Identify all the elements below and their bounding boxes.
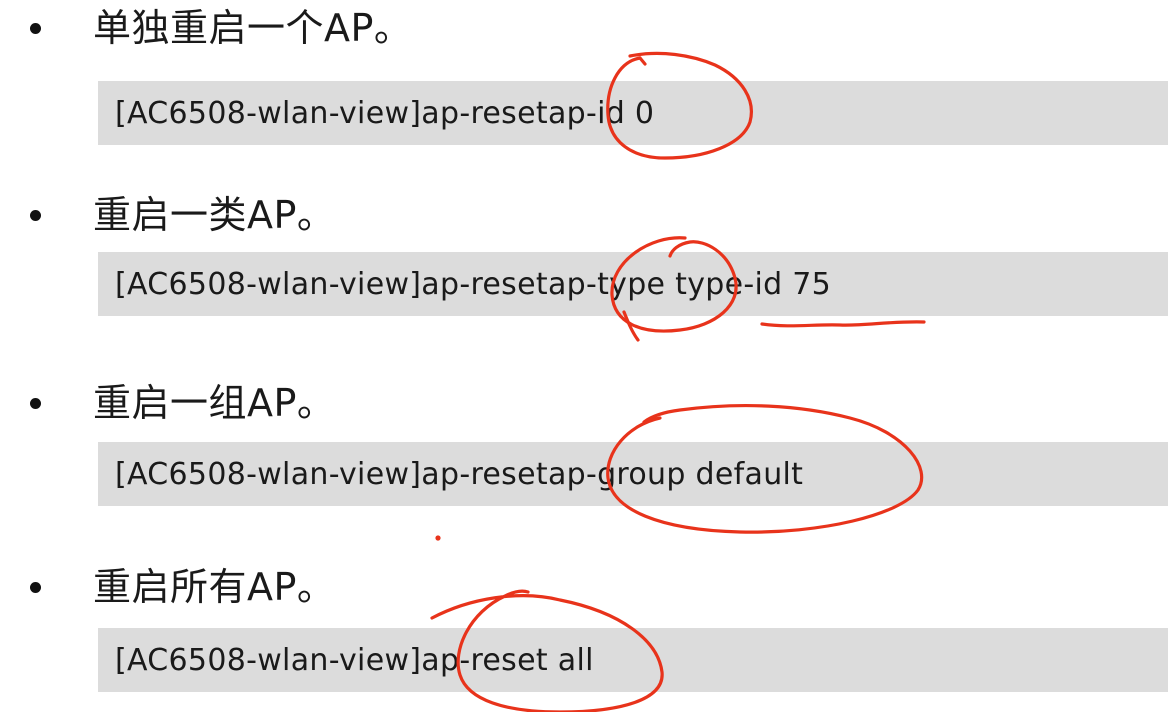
bullet-item-reset-ap-group: 重启一组AP。	[30, 378, 335, 428]
bullet-item-reset-all-aps: 重启所有AP。	[30, 562, 335, 612]
command-argument: ap-type type-id 75	[547, 266, 832, 302]
bullet-icon	[30, 581, 41, 593]
bullet-icon	[30, 22, 41, 34]
annotation-tail	[622, 310, 640, 342]
annotation-underline-type-id	[760, 320, 926, 328]
command-prefix: [AC6508-wlan-view]ap-reset	[115, 266, 548, 302]
command-argument: ap-group default	[547, 456, 804, 492]
command-prefix: [AC6508-wlan-view]	[115, 642, 422, 678]
command-block: [AC6508-wlan-view]ap-reset ap-type type-…	[98, 252, 1168, 316]
bullet-icon	[30, 209, 41, 221]
command-block: [AC6508-wlan-view]ap-reset ap-group defa…	[98, 442, 1168, 506]
annotation-dot	[435, 535, 441, 541]
annotation-tick	[638, 56, 647, 66]
bullet-heading: 重启一组AP。	[93, 381, 336, 425]
bullet-item-reset-single-ap: 单独重启一个AP。	[30, 3, 412, 53]
command-block: [AC6508-wlan-view] ap-reset all	[98, 628, 1168, 692]
bullet-heading: 重启所有AP。	[93, 565, 336, 609]
command-prefix: [AC6508-wlan-view]ap-reset	[115, 95, 548, 131]
bullet-icon	[30, 397, 41, 409]
bullet-heading: 重启一类AP。	[93, 193, 336, 237]
command-argument: ap-id 0	[547, 95, 655, 131]
bullet-heading: 单独重启一个AP。	[93, 6, 413, 50]
command-prefix: [AC6508-wlan-view]ap-reset	[115, 456, 548, 492]
command-argument: ap-reset all	[421, 642, 594, 678]
bullet-item-reset-ap-type: 重启一类AP。	[30, 190, 335, 240]
annotation-strokes	[430, 51, 926, 712]
command-block: [AC6508-wlan-view]ap-reset ap-id 0	[98, 81, 1168, 145]
